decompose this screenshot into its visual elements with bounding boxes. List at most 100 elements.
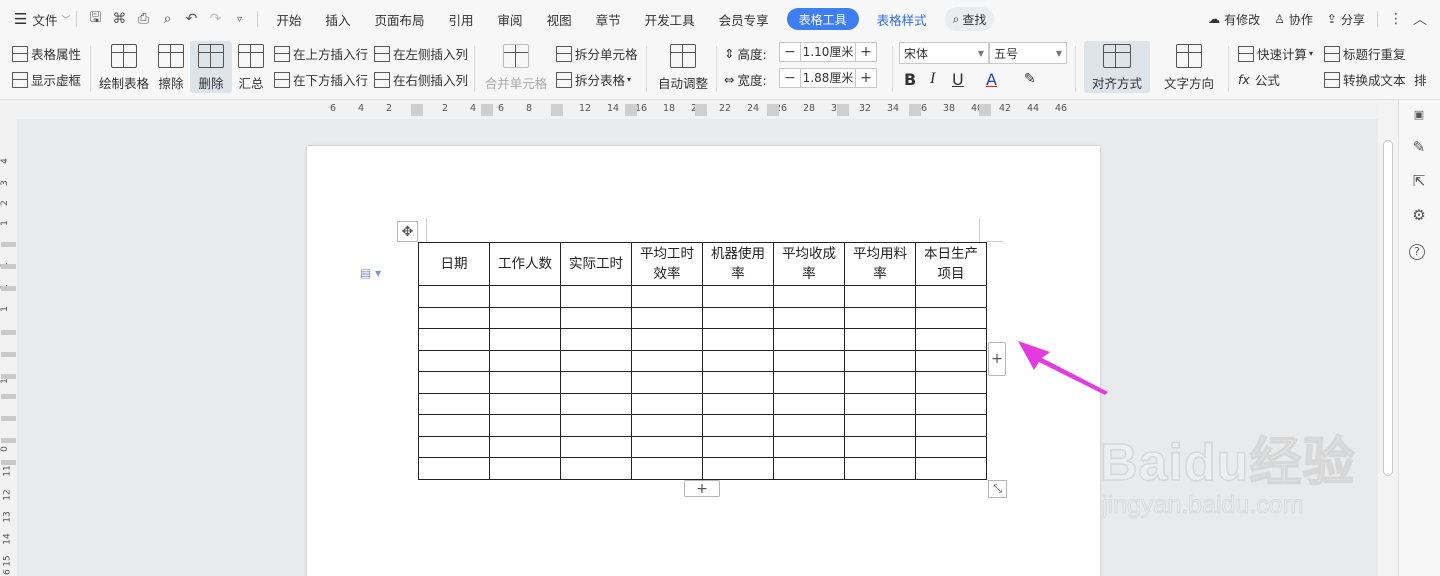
table-cell[interactable]: [489, 328, 561, 351]
customize-dropdown-icon[interactable]: ▿: [227, 7, 251, 31]
table-cell[interactable]: [418, 285, 490, 308]
search-button[interactable]: ⌕ 查找: [944, 7, 995, 31]
add-column-button[interactable]: +: [988, 342, 1006, 376]
table-header-cell[interactable]: 平均收成率: [773, 242, 845, 286]
table-cell[interactable]: [418, 328, 490, 351]
help-icon[interactable]: ?: [1409, 244, 1425, 260]
formula-button[interactable]: fx 公式: [1238, 70, 1280, 89]
save-icon[interactable]: 🖫: [83, 7, 107, 31]
table-cell[interactable]: [418, 349, 490, 372]
quick-calc-button[interactable]: 快速计算 ▾: [1238, 44, 1313, 63]
table-cell[interactable]: [489, 371, 561, 394]
table-header-cell[interactable]: 平均用料率: [844, 242, 916, 286]
table-cell[interactable]: [773, 306, 845, 329]
table-cell[interactable]: [844, 392, 916, 415]
table-resize-handle-icon[interactable]: ⤡: [988, 480, 1007, 498]
table-cell[interactable]: [560, 285, 632, 308]
tab-4[interactable]: 审阅: [486, 0, 535, 38]
table-cell[interactable]: [915, 392, 987, 415]
table-cell[interactable]: [915, 414, 987, 437]
scrollbar-thumb[interactable]: [1383, 140, 1393, 476]
auto-fit-button[interactable]: 自动调整: [654, 44, 712, 92]
ruler-row-marker[interactable]: [1, 286, 16, 291]
ruler-row-marker[interactable]: [1, 460, 16, 465]
tab-table-style[interactable]: 表格样式: [865, 0, 939, 38]
table-cell[interactable]: [489, 306, 561, 329]
table-header-cell[interactable]: 实际工时: [560, 242, 632, 286]
table-cell[interactable]: [773, 371, 845, 394]
add-row-button[interactable]: +: [684, 480, 720, 497]
settings-sliders-icon[interactable]: ⚙: [1409, 206, 1429, 226]
ruler-column-marker[interactable]: [625, 104, 637, 116]
table-cell[interactable]: [418, 306, 490, 329]
ruler-column-marker[interactable]: [979, 104, 991, 116]
table-cell[interactable]: [631, 306, 703, 329]
table-cell[interactable]: [915, 457, 987, 480]
table-cell[interactable]: [915, 285, 987, 308]
increase-icon[interactable]: +: [856, 44, 876, 60]
summary-button[interactable]: 汇总: [236, 44, 266, 92]
table-cell[interactable]: [773, 285, 845, 308]
table-header-cell[interactable]: 本日生产 项目: [915, 242, 987, 286]
table-cell[interactable]: [631, 371, 703, 394]
font-color-icon[interactable]: A: [986, 70, 997, 89]
height-spinner[interactable]: − 1.10厘米 +: [779, 42, 877, 62]
more-options-icon[interactable]: ⋮: [1384, 7, 1408, 31]
ruler-row-marker[interactable]: [1, 438, 16, 443]
table-cell[interactable]: [560, 349, 632, 372]
table-cell[interactable]: [702, 349, 774, 372]
merge-cells-button[interactable]: 合并单元格: [485, 44, 547, 92]
insert-col-left-button[interactable]: 在左侧插入列: [374, 44, 468, 63]
tab-7[interactable]: 开发工具: [633, 0, 707, 38]
modified-button[interactable]: ☁ 有修改: [1208, 11, 1260, 28]
ruler-row-marker[interactable]: [1, 394, 16, 399]
table-cell[interactable]: [702, 457, 774, 480]
repeat-header-button[interactable]: 标题行重复: [1324, 44, 1406, 63]
table-cell[interactable]: [773, 349, 845, 372]
share-button[interactable]: ⇪ 分享: [1327, 11, 1365, 28]
format-painter-icon[interactable]: ⌘: [107, 7, 131, 31]
table-header-cell[interactable]: 工作人数: [489, 242, 561, 286]
table-cell[interactable]: [702, 435, 774, 458]
table-cell[interactable]: [418, 435, 490, 458]
underline-icon[interactable]: U: [952, 70, 964, 89]
table-cell[interactable]: [773, 457, 845, 480]
table-cell[interactable]: [560, 371, 632, 394]
font-size-select[interactable]: 五号 ▼: [989, 42, 1067, 64]
horizontal-ruler[interactable]: 6422468101214161820222426283032343638404…: [0, 100, 1378, 119]
table-cell[interactable]: [915, 435, 987, 458]
table-header-cell[interactable]: 日期: [418, 242, 490, 286]
table-cell[interactable]: [560, 435, 632, 458]
highlight-icon[interactable]: ✎: [1024, 71, 1036, 87]
insert-row-above-button[interactable]: 在上方插入行: [274, 44, 368, 63]
table-cell[interactable]: [489, 349, 561, 372]
redo-icon[interactable]: ↷: [203, 7, 227, 31]
table-cell[interactable]: [702, 328, 774, 351]
table-cell[interactable]: [631, 435, 703, 458]
paragraph-options-icon[interactable]: ▤ ▾: [360, 266, 381, 280]
table-cell[interactable]: [489, 285, 561, 308]
align-button[interactable]: 对齐方式: [1084, 41, 1150, 93]
table-cell[interactable]: [844, 457, 916, 480]
table-cell[interactable]: [489, 414, 561, 437]
decrease-icon[interactable]: −: [780, 70, 800, 86]
table-properties-button[interactable]: 表格属性: [12, 44, 81, 63]
table-cell[interactable]: [773, 392, 845, 415]
table-cell[interactable]: [631, 457, 703, 480]
table-cell[interactable]: [702, 371, 774, 394]
erase-button[interactable]: 擦除: [156, 44, 186, 92]
print-icon[interactable]: ⎙: [131, 7, 155, 31]
table-cell[interactable]: [489, 457, 561, 480]
ruler-row-marker[interactable]: [1, 264, 16, 269]
split-cells-button[interactable]: 拆分单元格: [556, 44, 638, 63]
tab-5[interactable]: 视图: [535, 0, 584, 38]
file-menu[interactable]: ☰ 文件 ﹀: [0, 0, 70, 38]
table-cell[interactable]: [844, 349, 916, 372]
ruler-column-marker[interactable]: [551, 104, 563, 116]
table-cell[interactable]: [418, 392, 490, 415]
cursor-icon[interactable]: ⇱: [1409, 172, 1429, 192]
table-cell[interactable]: [560, 457, 632, 480]
vertical-ruler[interactable]: 432111110111213141516: [0, 100, 17, 576]
table-cell[interactable]: [560, 414, 632, 437]
font-name-select[interactable]: 宋体 ▼: [899, 42, 989, 64]
